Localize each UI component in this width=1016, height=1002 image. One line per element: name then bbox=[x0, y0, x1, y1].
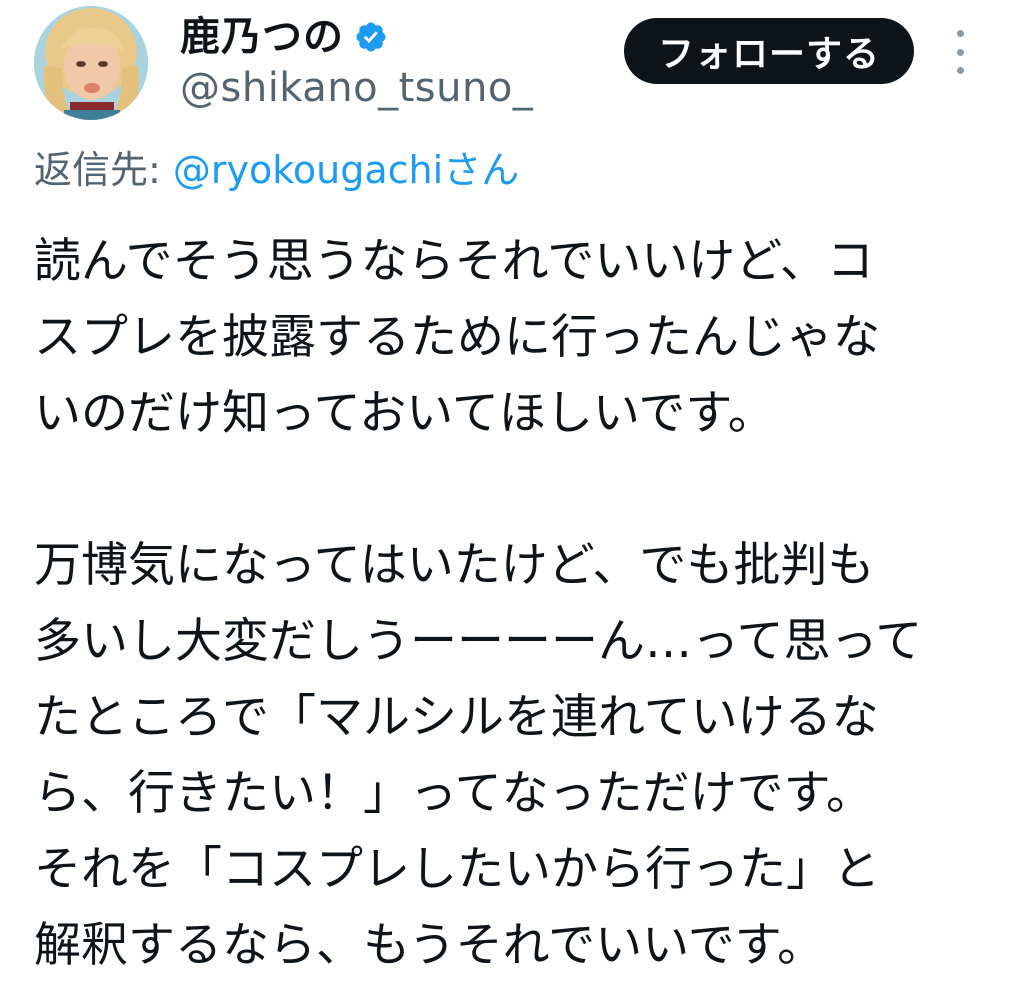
tweet-line: それを「コスプレしたいから行った」と bbox=[34, 842, 880, 897]
tweet-line: たところで「マルシルを連れていけるな bbox=[34, 690, 879, 745]
tweet-text: 読んでそう思うならそれでいいけど、コ スプレを披露するために行ったんじゃな いの… bbox=[34, 224, 1004, 984]
tweet-line: 解釈するなら、もうそれでいいです。 bbox=[34, 918, 825, 973]
tweet-line: いのだけ知っておいてほしいです。 bbox=[34, 386, 775, 441]
avatar-image bbox=[34, 6, 148, 120]
tweet-line: ら、行きたい！」ってなっただけです。 bbox=[34, 766, 873, 821]
dot bbox=[956, 30, 964, 37]
dot bbox=[956, 48, 964, 56]
reply-to-mention[interactable]: @ryokougachi bbox=[173, 148, 443, 192]
more-options-icon[interactable] bbox=[948, 30, 972, 74]
reply-to-suffix[interactable]: さん bbox=[443, 148, 519, 192]
tweet-line: 読んでそう思うならそれでいいけど、コ bbox=[34, 234, 874, 289]
tweet-line: スプレを披露するために行ったんじゃな bbox=[34, 310, 880, 365]
reply-to-line: 返信先: @ryokougachiさん bbox=[34, 146, 519, 195]
dot bbox=[956, 67, 964, 74]
tweet-line: 多いし大変だしうーーーーん…って思って bbox=[34, 614, 923, 669]
paragraph-break bbox=[34, 452, 1004, 528]
verified-badge-icon[interactable] bbox=[354, 20, 388, 54]
reply-to-prefix: 返信先: bbox=[34, 148, 173, 192]
follow-button[interactable]: フォローする bbox=[624, 18, 914, 84]
tweet-line: 万博気になってはいたけど、でも批判も bbox=[34, 538, 875, 593]
avatar[interactable] bbox=[34, 6, 148, 120]
author-handle[interactable]: @shikano_tsuno_ bbox=[180, 64, 533, 112]
author-name-row: 鹿乃つの bbox=[180, 8, 388, 66]
author-display-name[interactable]: 鹿乃つの bbox=[180, 17, 344, 57]
